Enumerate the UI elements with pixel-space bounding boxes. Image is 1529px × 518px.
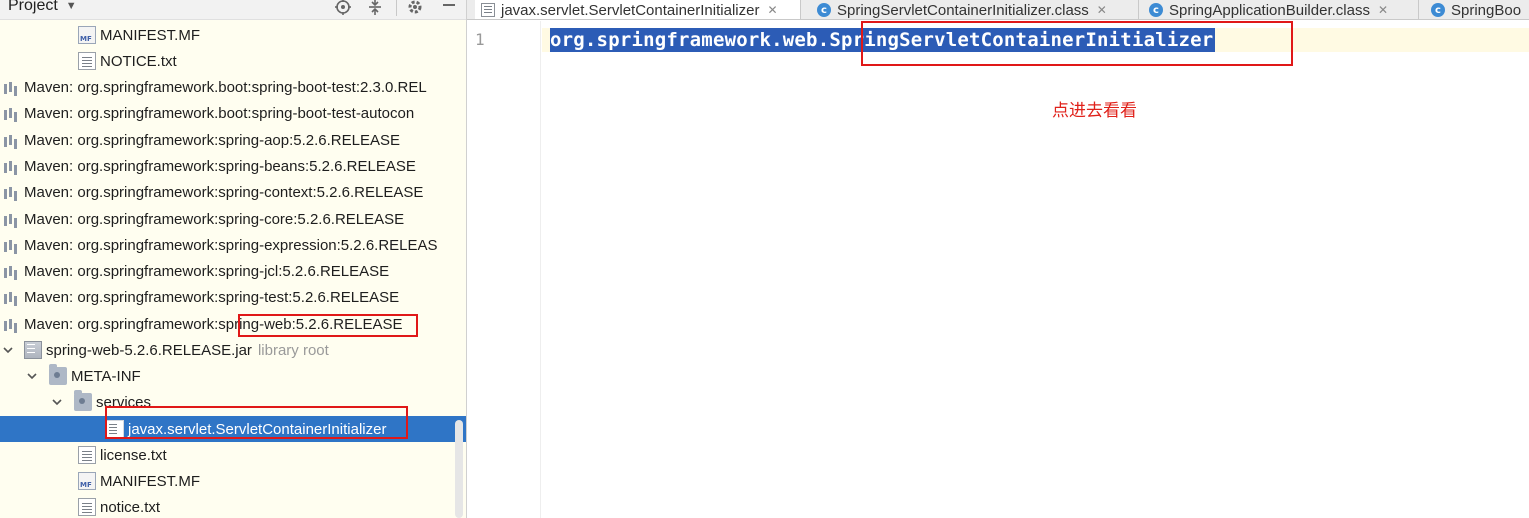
close-icon[interactable]: ✕ (1097, 3, 1107, 17)
class-icon: c (1149, 3, 1163, 17)
tab-label: javax.servlet.ServletContainerInitialize… (501, 1, 760, 19)
project-panel-title: Project (8, 0, 58, 14)
tree-item-library[interactable]: Maven: org.springframework:spring-beans:… (0, 153, 466, 179)
tree-item-label: META-INF (71, 367, 141, 385)
tree-item-library[interactable]: Maven: org.springframework:spring-test:5… (0, 284, 466, 310)
tree-item-library[interactable]: Maven: org.springframework:spring-aop:5.… (0, 127, 466, 153)
tree-item-library[interactable]: Maven: org.springframework:spring-expres… (0, 232, 466, 258)
tree-item-label: Maven: org.springframework:spring-contex… (24, 183, 424, 201)
tree-item-meta-inf[interactable]: META-INF (0, 363, 466, 389)
tree-item-label: Maven: org.springframework:spring-expres… (24, 236, 438, 254)
library-icon (2, 131, 20, 149)
close-icon[interactable]: ✕ (1378, 3, 1388, 17)
tree-item-label: Maven: org.springframework:spring-test:5… (24, 288, 400, 306)
library-icon (2, 104, 20, 122)
class-icon: c (817, 3, 831, 17)
class-icon: c (1431, 3, 1445, 17)
expand-arrow-icon[interactable] (49, 389, 65, 415)
tab-servlet-initializer[interactable]: javax.servlet.ServletContainerInitialize… (475, 0, 801, 19)
tree-item-label: MANIFEST.MF (100, 472, 200, 490)
tree-item-library[interactable]: Maven: org.springframework.boot:spring-b… (0, 100, 466, 126)
editor-tab-bar: javax.servlet.ServletContainerInitialize… (467, 0, 1529, 20)
tree-scrollbar[interactable] (455, 420, 463, 518)
tree-item-library[interactable]: Maven: org.springframework.boot:spring-b… (0, 74, 466, 100)
library-icon (2, 183, 20, 201)
annotation-box-spring-web (238, 314, 418, 337)
tab-label: SpringServletContainerInitializer.class (837, 1, 1089, 19)
text-file-icon (78, 52, 96, 70)
annotation-note: 点进去看看 (1052, 101, 1137, 120)
header-separator (396, 0, 397, 16)
library-icon (2, 236, 20, 254)
tree-item-label: license.txt (100, 446, 167, 464)
tab-spring-boot[interactable]: c SpringBoo (1425, 0, 1529, 19)
close-icon[interactable]: ✕ (767, 3, 777, 17)
project-panel: Project ▼ MANIFEST.MF NOTICE.txt Maven: … (0, 0, 466, 518)
tree-item-jar[interactable]: spring-web-5.2.6.RELEASE.jar library roo… (0, 337, 466, 363)
tree-item-label: spring-web-5.2.6.RELEASE.jar (46, 341, 252, 359)
manifest-icon (78, 472, 96, 490)
tree-item-label: NOTICE.txt (100, 52, 177, 70)
dropdown-arrow-icon: ▼ (65, 0, 77, 12)
locate-target-icon[interactable] (334, 0, 352, 16)
tab-spring-application-builder[interactable]: c SpringApplicationBuilder.class ✕ (1143, 0, 1419, 19)
tree-item-label: Maven: org.springframework.boot:spring-b… (24, 104, 415, 122)
text-file-icon (78, 446, 96, 464)
tree-item-label: Maven: org.springframework:spring-aop:5.… (24, 131, 401, 149)
folder-icon (74, 390, 92, 411)
tree-item-label: notice.txt (100, 498, 161, 516)
library-icon (2, 315, 20, 333)
tree-item-manifest[interactable]: MANIFEST.MF (0, 468, 466, 494)
tab-label: SpringBoo (1451, 1, 1522, 19)
library-icon (2, 78, 20, 96)
project-view-selector[interactable]: Project ▼ (8, 0, 77, 15)
tree-item-label: Maven: org.springframework:spring-beans:… (24, 157, 416, 175)
collapse-all-icon[interactable] (366, 0, 384, 16)
library-icon (2, 157, 20, 175)
expand-arrow-icon[interactable] (0, 337, 16, 363)
tree-item-manifest[interactable]: MANIFEST.MF (0, 22, 466, 48)
library-icon (2, 288, 20, 306)
manifest-icon (78, 26, 96, 44)
tree-item-label: MANIFEST.MF (100, 26, 200, 44)
tree-item-library[interactable]: Maven: org.springframework:spring-core:5… (0, 206, 466, 232)
text-file-icon (78, 498, 96, 516)
folder-icon (49, 364, 67, 385)
annotation-box-class-name (861, 21, 1293, 66)
annotation-box-initializer-file (105, 406, 408, 439)
tree-item-license[interactable]: license.txt (0, 442, 466, 468)
tree-item-notice[interactable]: NOTICE.txt (0, 48, 466, 74)
editor-gutter (467, 21, 541, 518)
tree-item-notice[interactable]: notice.txt (0, 494, 466, 518)
line-number: 1 (475, 30, 485, 49)
library-icon (2, 262, 20, 280)
hide-panel-icon[interactable] (440, 0, 458, 16)
tree-item-label: Maven: org.springframework.boot:spring-b… (24, 78, 427, 96)
tab-label: SpringApplicationBuilder.class (1169, 1, 1370, 19)
tree-item-library[interactable]: Maven: org.springframework:spring-contex… (0, 179, 466, 205)
project-panel-header: Project ▼ (0, 0, 466, 20)
gear-icon[interactable] (406, 0, 424, 16)
library-icon (2, 210, 20, 228)
text-file-icon (481, 3, 495, 17)
library-root-label: library root (257, 341, 329, 359)
tree-item-library[interactable]: Maven: org.springframework:spring-jcl:5.… (0, 258, 466, 284)
expand-arrow-icon[interactable] (24, 363, 40, 389)
tab-spring-servlet-initializer[interactable]: c SpringServletContainerInitializer.clas… (811, 0, 1139, 19)
tree-item-label: Maven: org.springframework:spring-jcl:5.… (24, 262, 390, 280)
jar-icon (24, 341, 42, 359)
tree-item-label: Maven: org.springframework:spring-core:5… (24, 210, 405, 228)
